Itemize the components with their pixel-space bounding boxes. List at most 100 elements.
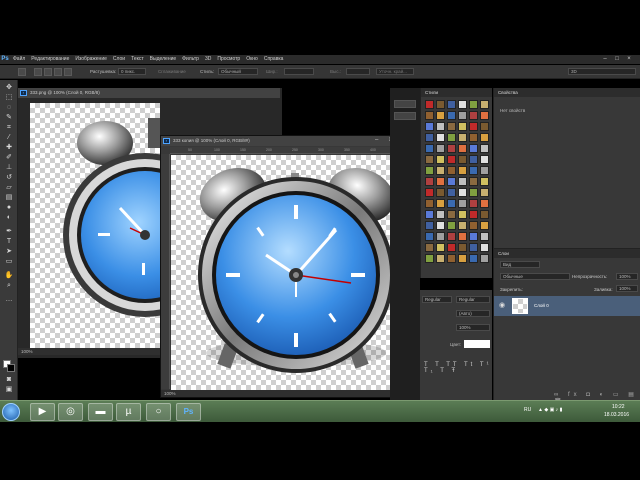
menu-select[interactable]: Выделение xyxy=(147,55,180,64)
style-swatch[interactable] xyxy=(425,100,434,109)
refine-edge-button[interactable]: Уточн. край... xyxy=(376,68,414,75)
background-color-swatch[interactable] xyxy=(7,364,15,372)
style-swatch[interactable] xyxy=(436,122,445,131)
opera-icon[interactable]: ○ xyxy=(146,403,171,421)
style-swatch[interactable] xyxy=(436,166,445,175)
actions-panel-icon[interactable] xyxy=(394,112,416,120)
style-swatch[interactable] xyxy=(447,100,456,109)
style-swatch[interactable] xyxy=(447,177,456,186)
zoom-status-1[interactable]: 100% xyxy=(18,348,160,355)
menu-layers[interactable]: Слои xyxy=(110,55,128,64)
style-swatch[interactable] xyxy=(469,166,478,175)
style-swatch[interactable] xyxy=(469,188,478,197)
canvas-2[interactable] xyxy=(171,155,416,390)
brush-tool-icon[interactable]: ✐ xyxy=(4,154,14,162)
eye-icon[interactable]: ◉ xyxy=(499,301,505,309)
clock-time[interactable]: 10:22 xyxy=(612,404,625,410)
style-swatch[interactable] xyxy=(458,188,467,197)
menu-view[interactable]: Просмотр xyxy=(214,55,243,64)
style-swatch[interactable] xyxy=(469,155,478,164)
style-swatch[interactable] xyxy=(480,232,489,241)
style-swatch[interactable] xyxy=(458,232,467,241)
gradient-tool-icon[interactable]: ▤ xyxy=(4,194,14,202)
layer-filter-select[interactable]: Вид xyxy=(500,261,540,268)
style-swatch[interactable] xyxy=(469,221,478,230)
style-swatch[interactable] xyxy=(436,221,445,230)
style-swatch[interactable] xyxy=(436,133,445,142)
style-swatch[interactable] xyxy=(469,243,478,252)
style-swatch[interactable] xyxy=(480,221,489,230)
style-swatch[interactable] xyxy=(480,210,489,219)
new-selection-icon[interactable] xyxy=(34,68,42,76)
zoom-status-2[interactable]: 100% xyxy=(161,390,416,397)
marquee-tool-icon[interactable]: ⬚ xyxy=(4,94,14,102)
photoshop-taskbar-button[interactable]: Ps xyxy=(176,403,201,421)
start-button[interactable] xyxy=(2,403,20,421)
horizontal-ruler[interactable]: 50 100 150 200 250 300 350 400 450 xyxy=(170,147,416,154)
crop-tool-icon[interactable]: ⌗ xyxy=(4,124,14,132)
style-swatch[interactable] xyxy=(425,177,434,186)
properties-panel-title[interactable]: Свойства xyxy=(494,88,640,97)
style-swatch[interactable] xyxy=(447,144,456,153)
style-swatch[interactable] xyxy=(458,177,467,186)
style-swatch[interactable] xyxy=(425,221,434,230)
style-swatch[interactable] xyxy=(458,155,467,164)
style-swatch[interactable] xyxy=(480,166,489,175)
shape-tool-icon[interactable]: ▭ xyxy=(4,258,14,266)
feather-input[interactable]: 0 пикс. xyxy=(118,68,146,75)
language-indicator[interactable]: RU xyxy=(524,407,531,413)
canvas-1[interactable] xyxy=(30,103,227,348)
text-color-swatch[interactable] xyxy=(464,340,490,348)
style-swatch[interactable] xyxy=(458,210,467,219)
healing-tool-icon[interactable]: ✚ xyxy=(4,144,14,152)
style-swatch[interactable] xyxy=(436,232,445,241)
path-select-tool-icon[interactable]: ➤ xyxy=(4,248,14,256)
menu-image[interactable]: Изображение xyxy=(72,55,110,64)
style-swatch[interactable] xyxy=(469,133,478,142)
fill-input[interactable]: 100% xyxy=(616,285,638,292)
style-swatch[interactable] xyxy=(469,177,478,186)
style-swatch[interactable] xyxy=(480,254,489,263)
chrome-icon[interactable]: ◎ xyxy=(58,403,83,421)
style-swatch[interactable] xyxy=(447,210,456,219)
leading-select[interactable]: (Авто) xyxy=(456,310,490,317)
style-swatch[interactable] xyxy=(436,111,445,120)
style-swatch[interactable] xyxy=(480,122,489,131)
layer-name[interactable]: Слой 0 xyxy=(534,303,549,308)
menu-file[interactable]: Файл xyxy=(10,55,28,64)
style-select[interactable]: Обычный xyxy=(218,68,258,75)
menu-help[interactable]: Справка xyxy=(261,55,287,64)
style-swatch[interactable] xyxy=(469,122,478,131)
history-panel-icon[interactable] xyxy=(394,100,416,108)
menu-3d[interactable]: 3D xyxy=(202,55,214,64)
style-swatch[interactable] xyxy=(425,254,434,263)
torrent-icon[interactable]: µ xyxy=(116,403,141,421)
style-swatch[interactable] xyxy=(436,155,445,164)
style-swatch[interactable] xyxy=(425,111,434,120)
style-swatch[interactable] xyxy=(447,254,456,263)
clone-stamp-tool-icon[interactable]: ⊥ xyxy=(4,164,14,172)
style-swatch[interactable] xyxy=(436,177,445,186)
style-swatch[interactable] xyxy=(469,199,478,208)
lasso-tool-icon[interactable]: ◌ xyxy=(4,104,14,112)
hand-tool-icon[interactable]: ✋ xyxy=(4,272,14,280)
add-selection-icon[interactable] xyxy=(44,68,52,76)
style-swatch[interactable] xyxy=(469,100,478,109)
menu-window[interactable]: Окно xyxy=(243,55,261,64)
text-format-buttons[interactable]: T T TT Tt T¹ T₁ T Ŧ xyxy=(424,362,492,374)
workspace-select[interactable]: 3D xyxy=(568,68,636,75)
style-swatch[interactable] xyxy=(480,144,489,153)
style-swatch[interactable] xyxy=(469,111,478,120)
subtract-selection-icon[interactable] xyxy=(54,68,62,76)
style-swatch[interactable] xyxy=(469,254,478,263)
style-swatch[interactable] xyxy=(447,221,456,230)
style-swatch[interactable] xyxy=(458,199,467,208)
style-swatch[interactable] xyxy=(425,210,434,219)
style-swatch[interactable] xyxy=(458,144,467,153)
intersect-selection-icon[interactable] xyxy=(64,68,72,76)
style-swatch[interactable] xyxy=(458,100,467,109)
font-style-select[interactable]: Regular xyxy=(422,296,452,303)
extra-tools-icon[interactable]: … xyxy=(4,296,14,304)
style-swatch[interactable] xyxy=(436,188,445,197)
style-swatch[interactable] xyxy=(458,243,467,252)
